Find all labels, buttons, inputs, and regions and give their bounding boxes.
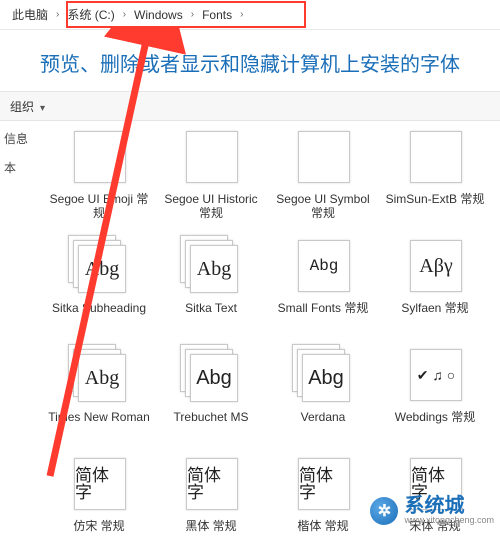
font-thumbnail: 简体字 [292, 453, 354, 513]
font-label: Trebuchet MS [174, 410, 249, 424]
font-sample-glyph: Abg [197, 259, 231, 279]
font-label: Sitka Text [185, 301, 237, 315]
font-label: Small Fonts 常规 [278, 301, 369, 315]
font-item[interactable]: Abg Trebuchet MS [156, 344, 266, 449]
font-item[interactable]: Abg Times New Roman [44, 344, 154, 449]
font-sample-glyph: ✔ ♫ ○ [417, 368, 455, 382]
font-thumbnail: Aβγ [404, 235, 466, 295]
font-label: Webdings 常规 [395, 410, 475, 424]
chevron-right-icon: › [123, 9, 126, 20]
font-sample-glyph: 简体字 [75, 467, 125, 501]
font-grid: Segoe UI Emoji 常规 Segoe UI Historic 常规 Seg… [42, 124, 500, 529]
font-item[interactable]: Abg Small Fonts 常规 [268, 235, 378, 340]
chevron-right-icon: › [191, 9, 194, 20]
font-label: Segoe UI Historic 常规 [159, 192, 263, 221]
font-sample-glyph: 简体字 [187, 467, 237, 501]
toolbar: 组织 [0, 91, 500, 121]
font-thumbnail [180, 126, 242, 186]
font-item[interactable]: ✔ ♫ ○ Webdings 常规 [380, 344, 490, 449]
font-thumbnail [404, 126, 466, 186]
watermark: ✲ 系统城 www.xitongcheng.com [370, 496, 494, 525]
font-label: 仿宋 常规 [73, 519, 124, 533]
font-thumbnail: Abg [180, 344, 242, 404]
font-item[interactable]: 简体字楷体 常规 [268, 453, 378, 558]
crumb-drive-c[interactable]: 系统 (C:) [63, 4, 118, 25]
watermark-text: 系统城 [404, 496, 494, 516]
font-sample-glyph: Aβγ [419, 256, 452, 276]
sidebar-item-info[interactable]: 信息 [0, 124, 34, 153]
sidebar: 信息 本 [0, 124, 34, 182]
font-label: Verdana [301, 410, 346, 424]
font-sample-glyph: Abg [310, 258, 339, 274]
breadcrumb: 此电脑 › 系统 (C:) › Windows › Fonts › [0, 0, 500, 30]
font-sample-glyph: Abg [196, 368, 232, 388]
font-item[interactable]: Segoe UI Historic 常规 [156, 126, 266, 231]
font-item[interactable]: Abg Verdana [268, 344, 378, 449]
crumb-this-pc[interactable]: 此电脑 [8, 4, 52, 25]
font-label: Sitka Subheading [52, 301, 146, 315]
font-label: SimSun-ExtB 常规 [386, 192, 485, 206]
watermark-icon: ✲ [370, 497, 398, 525]
crumb-fonts[interactable]: Fonts [198, 6, 236, 24]
organize-button[interactable]: 组织 [10, 98, 45, 115]
font-item[interactable]: Abg Sitka Text [156, 235, 266, 340]
font-sample-glyph: 简体字 [299, 467, 349, 501]
font-item[interactable]: SimSun-ExtB 常规 [380, 126, 490, 231]
sidebar-item-local[interactable]: 本 [0, 153, 34, 182]
font-thumbnail: Abg [292, 235, 354, 295]
font-thumbnail: Abg [180, 235, 242, 295]
font-thumbnail: Abg [68, 235, 130, 295]
font-label: Segoe UI Symbol 常规 [271, 192, 375, 221]
watermark-url: www.xitongcheng.com [404, 516, 494, 525]
font-thumbnail: Abg [292, 344, 354, 404]
font-item[interactable]: Abg Sitka Subheading [44, 235, 154, 340]
font-label: Sylfaen 常规 [401, 301, 468, 315]
font-label: 黑体 常规 [185, 519, 236, 533]
font-label: Times New Roman [48, 410, 150, 424]
page-title: 预览、删除或者显示和隐藏计算机上安装的字体 [0, 30, 500, 91]
font-label: 楷体 常规 [297, 519, 348, 533]
font-item[interactable]: 简体字仿宋 常规 [44, 453, 154, 558]
font-item[interactable]: Aβγ Sylfaen 常规 [380, 235, 490, 340]
font-item[interactable]: 简体字黑体 常规 [156, 453, 266, 558]
crumb-windows[interactable]: Windows [130, 6, 187, 24]
font-sample-glyph: Abg [308, 368, 344, 388]
font-item[interactable]: Segoe UI Emoji 常规 [44, 126, 154, 231]
chevron-right-icon: › [56, 9, 59, 20]
font-thumbnail: Abg [68, 344, 130, 404]
font-thumbnail: 简体字 [180, 453, 242, 513]
font-thumbnail: 简体字 [68, 453, 130, 513]
font-thumbnail: ✔ ♫ ○ [404, 344, 466, 404]
font-sample-glyph: Abg [85, 368, 119, 388]
font-thumbnail [68, 126, 130, 186]
font-label: Segoe UI Emoji 常规 [47, 192, 151, 221]
font-item[interactable]: Segoe UI Symbol 常规 [268, 126, 378, 231]
font-thumbnail [292, 126, 354, 186]
chevron-right-icon: › [240, 9, 243, 20]
font-sample-glyph: Abg [85, 259, 119, 279]
